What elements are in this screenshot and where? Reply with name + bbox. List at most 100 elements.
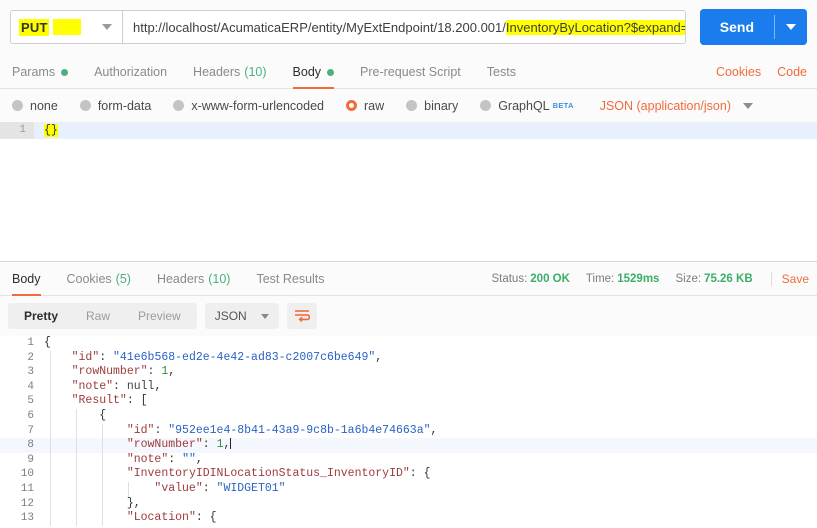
response-language-dropdown[interactable]: JSON — [204, 303, 279, 329]
body-type-binary[interactable]: binary — [406, 99, 458, 113]
indent-guide — [76, 408, 77, 424]
radio-icon — [79, 100, 91, 111]
meta-divider — [770, 272, 772, 286]
response-code-line: 8 "rowNumber": 1, — [0, 438, 817, 453]
response-code-text: "Location": { — [44, 511, 817, 526]
indent-guide — [50, 365, 51, 380]
method-highlight-marker — [53, 19, 81, 35]
time-label: Time: — [585, 273, 615, 285]
json-token: }, — [126, 496, 141, 510]
line-number: 7 — [27, 424, 34, 437]
line-number: 8 — [27, 439, 34, 452]
tab-label: Body — [292, 65, 322, 79]
request-editor-line[interactable]: 1 {} — [0, 122, 817, 139]
chevron-down-icon[interactable] — [102, 24, 112, 30]
size-meta: Size: 75.26 KB — [675, 273, 752, 285]
tab-headers[interactable]: Headers (10) — [193, 65, 266, 88]
url-input[interactable]: http://localhost/AcumaticaERP/entity/MyE… — [122, 10, 686, 44]
tab-params[interactable]: Params — [12, 65, 69, 88]
view-mode-pretty[interactable]: Pretty — [10, 303, 72, 329]
response-code-text: { — [44, 408, 817, 424]
indent-guide — [102, 467, 103, 482]
line-number: 1 — [0, 122, 34, 139]
indent-guide — [50, 394, 51, 409]
body-type-form-data[interactable]: form-data — [79, 99, 151, 113]
json-token: "InventoryIDINLocationStatus_InventoryID… — [126, 467, 410, 481]
response-code-line: 5 "Result": [ — [0, 394, 817, 409]
size-label: Size: — [675, 273, 702, 285]
content-type-dropdown[interactable]: JSON (application/json) — [600, 99, 753, 113]
body-type-raw[interactable]: raw — [346, 99, 384, 113]
indent-guide — [76, 496, 77, 512]
http-method-dropdown[interactable]: PUT — [10, 10, 122, 44]
json-token: , — [430, 423, 438, 437]
radio-selected-icon — [346, 100, 357, 111]
line-number: 1 — [27, 337, 34, 349]
json-token: "Location" — [126, 511, 196, 525]
response-code-line: 9 "note": "", — [0, 452, 817, 468]
response-tab-cookies[interactable]: Cookies (5) — [67, 272, 131, 295]
radio-icon — [12, 100, 23, 111]
send-options-button[interactable] — [775, 9, 807, 45]
response-body-viewer[interactable]: 1 {2 "id": "41e6b568-ed2e-4e42-ad83-c2007… — [0, 336, 817, 528]
chevron-down-icon — [743, 102, 753, 109]
response-code-line: 13 "Location": { — [0, 511, 817, 526]
json-token: : — [154, 423, 169, 437]
send-button[interactable]: Send — [699, 9, 774, 45]
json-token: , — [223, 438, 231, 452]
tab-pre-request-script[interactable]: Pre-request Script — [360, 65, 461, 88]
request-body-highlighted-text: {} — [44, 124, 58, 137]
tab-label: Authorization — [94, 65, 168, 79]
json-token: "id" — [71, 350, 100, 364]
response-meta: Status: 200 OK Time: 1529ms Size: 75.26 KB … — [475, 272, 817, 295]
response-tab-test-results[interactable]: Test Results — [256, 272, 324, 295]
response-view-mode-group: Pretty Raw Preview — [8, 303, 197, 329]
tab-authorization[interactable]: Authorization — [94, 65, 167, 88]
radio-icon — [406, 100, 418, 111]
line-number: 3 — [27, 366, 34, 379]
response-code-text: "InventoryIDINLocationStatus_InventoryID… — [44, 467, 817, 482]
json-token: : — [99, 350, 114, 364]
indent-guide — [50, 379, 51, 395]
time-meta: Time: 1529ms — [586, 273, 660, 285]
text-cursor — [230, 438, 232, 450]
line-number: 9 — [27, 453, 34, 466]
chevron-down-icon — [260, 313, 269, 319]
tab-body[interactable]: Body — [292, 65, 335, 89]
response-toolbar: Pretty Raw Preview JSON — [0, 296, 817, 336]
body-type-label: binary — [424, 98, 459, 113]
url-highlighted-text: InventoryByLocation?$expand=Result — [505, 19, 685, 35]
tab-tests[interactable]: Tests — [487, 65, 516, 88]
response-code-text: "value": "WIDGET01" — [44, 481, 817, 497]
view-mode-preview[interactable]: Preview — [124, 303, 195, 329]
json-token: "rowNumber" — [71, 365, 148, 379]
line-number: 5 — [27, 395, 34, 408]
response-tab-body[interactable]: Body — [12, 272, 41, 296]
save-response-link[interactable]: Save — [782, 272, 809, 286]
response-tab-headers[interactable]: Headers (10) — [157, 272, 230, 295]
indent-guide — [50, 452, 51, 468]
body-type-x-www-form-urlencoded[interactable]: x-www-form-urlencoded — [173, 99, 324, 113]
body-type-selector: none form-data x-www-form-urlencoded raw… — [0, 89, 817, 122]
indent-guide — [76, 467, 77, 482]
response-code-line: 6 { — [0, 408, 817, 424]
word-wrap-button[interactable] — [286, 303, 317, 329]
json-token: "value" — [154, 481, 203, 495]
request-body-editor[interactable]: 1 {} — [0, 122, 817, 261]
body-type-label: none — [30, 98, 58, 113]
response-code-text: "Result": [ — [44, 394, 817, 409]
json-token: "952ee1e4-8b41-43a9-9c8b-1a6b4e74663a" — [168, 423, 431, 437]
json-token: "id" — [126, 423, 155, 437]
line-number: 2 — [27, 351, 34, 364]
tab-label: Params — [12, 65, 56, 79]
body-type-label: GraphQL — [498, 98, 550, 113]
body-type-graphql[interactable]: GraphQL BETA — [480, 99, 573, 113]
cookies-link[interactable]: Cookies — [716, 65, 761, 79]
view-mode-raw[interactable]: Raw — [72, 303, 124, 329]
status-meta: Status: 200 OK — [491, 273, 569, 285]
language-label: JSON — [214, 309, 247, 323]
body-type-none[interactable]: none — [12, 99, 58, 113]
code-link[interactable]: Code — [777, 65, 807, 79]
json-token: : — [147, 365, 162, 379]
json-token: "41e6b568-ed2e-4e42-ad83-c2007c6be649" — [113, 350, 376, 364]
